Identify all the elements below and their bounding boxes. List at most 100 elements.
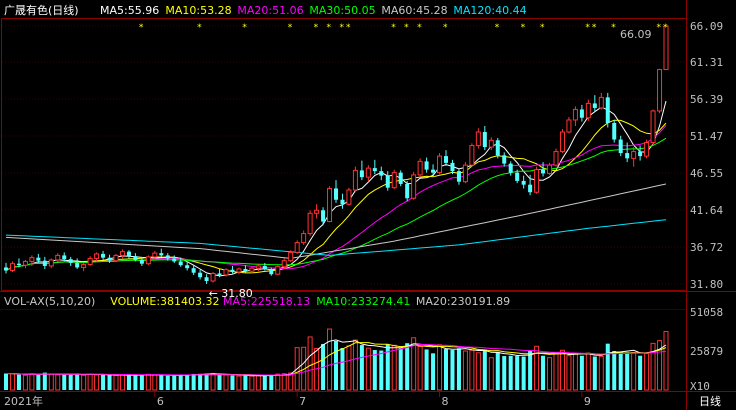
volume-bar [391, 344, 397, 391]
volume-bar [340, 347, 345, 390]
candle-body [566, 119, 572, 133]
volume-bar [204, 373, 209, 390]
volume-bar [16, 374, 21, 390]
volume-bar [87, 373, 93, 391]
candle-body [178, 261, 183, 266]
candle-body [541, 169, 546, 174]
volume-legend-item: MA5:225518.13 [223, 295, 310, 308]
volume-y-tick: 51058 [690, 306, 723, 319]
volume-bar [281, 373, 287, 391]
candle-body [572, 108, 578, 121]
candle-body [94, 253, 100, 259]
star-icon: * [139, 23, 144, 33]
volume-bar [431, 353, 436, 390]
candle-body [346, 189, 352, 205]
candle-body [55, 254, 61, 261]
volume-bar [230, 375, 235, 390]
volume-bar [75, 373, 80, 390]
period-label[interactable]: 日线 [699, 394, 721, 408]
candle-body [210, 272, 216, 282]
candle-body [29, 257, 35, 262]
candle-body [126, 251, 131, 257]
candle-body [559, 131, 565, 153]
x-tick-label: 8 [442, 395, 449, 408]
star-icon: * [657, 23, 662, 33]
y-tick-label: 46.55 [690, 167, 723, 180]
volume-bar [29, 373, 35, 391]
volume-bar [437, 344, 443, 391]
volume-bar [22, 374, 28, 391]
candle-body [359, 170, 364, 178]
candle-body [68, 259, 73, 263]
star-icon: * [404, 23, 409, 33]
volume-bar [269, 374, 274, 390]
candle-body [598, 96, 604, 109]
candle-body [243, 268, 248, 272]
volume-bar [94, 374, 100, 391]
volume-bar [152, 374, 158, 391]
volume-bar [327, 328, 333, 391]
volume-bar [346, 345, 352, 391]
volume-bar [456, 348, 461, 390]
stock-title: 广晟有色(日线) [4, 3, 79, 17]
volume-bar [618, 352, 623, 390]
ma-legend-item: MA60:45.28 [381, 4, 447, 17]
volume-bar [605, 343, 610, 390]
volume-bar [165, 375, 170, 390]
volume-bar [541, 355, 546, 390]
volume-bar [625, 352, 630, 390]
volume-bar [547, 357, 553, 391]
volume-bar [462, 350, 468, 391]
candle-body [9, 263, 15, 271]
candle-body [450, 162, 455, 172]
candle-body [152, 252, 158, 258]
volume-bar [559, 349, 565, 391]
candle-body [22, 260, 28, 266]
ma-legend-item: MA10:53.28 [165, 4, 231, 17]
candle-body [605, 97, 610, 123]
volume-bar [249, 375, 255, 391]
star-icon: * [611, 23, 616, 33]
candle-body [528, 184, 533, 193]
volume-legend: VOL-AX(5,10,20) VOLUME:381403.32 MA5:22551… [4, 295, 510, 308]
volume-bar [592, 356, 597, 390]
star-icon: * [288, 23, 293, 33]
candle-body [508, 163, 513, 173]
candle-body [333, 188, 339, 200]
star-icon: * [585, 23, 590, 33]
volume-bar [502, 356, 507, 390]
volume-bars [3, 328, 669, 391]
candle-body [398, 172, 403, 184]
volume-y-tick: 25879 [690, 345, 723, 358]
candle-body [294, 242, 300, 253]
candle-body [592, 103, 597, 108]
volume-legend-item: MA20:230191.89 [416, 295, 510, 308]
candle-body [172, 258, 177, 262]
candle-body [547, 164, 553, 174]
volume-bar [178, 374, 183, 390]
y-tick-label: 56.39 [690, 93, 723, 106]
candle-body [42, 260, 47, 266]
volume-legend-item: MA10:233274.41 [316, 295, 410, 308]
volume-bar [379, 350, 384, 390]
volume-bar [145, 373, 151, 391]
candle-body [275, 266, 281, 275]
candle-body [405, 183, 410, 199]
volume-bar [612, 351, 617, 390]
candle-body [217, 273, 222, 275]
star-markers: * * * * * * * * * * * * * * * * * * * * [139, 23, 668, 33]
y-tick-label: 66.09 [690, 20, 723, 33]
candle-body [255, 265, 261, 269]
candle-body [288, 251, 294, 262]
candle-body [107, 257, 112, 261]
candle-body [262, 265, 267, 269]
candle-body [48, 259, 54, 267]
candle-body [456, 171, 461, 182]
star-icon: * [327, 23, 332, 33]
candle-body [391, 172, 397, 189]
candle-body [437, 155, 443, 174]
volume-bar [275, 373, 281, 391]
volume-bar [553, 353, 559, 391]
candle-body [87, 257, 93, 265]
star-icon: * [417, 23, 422, 33]
